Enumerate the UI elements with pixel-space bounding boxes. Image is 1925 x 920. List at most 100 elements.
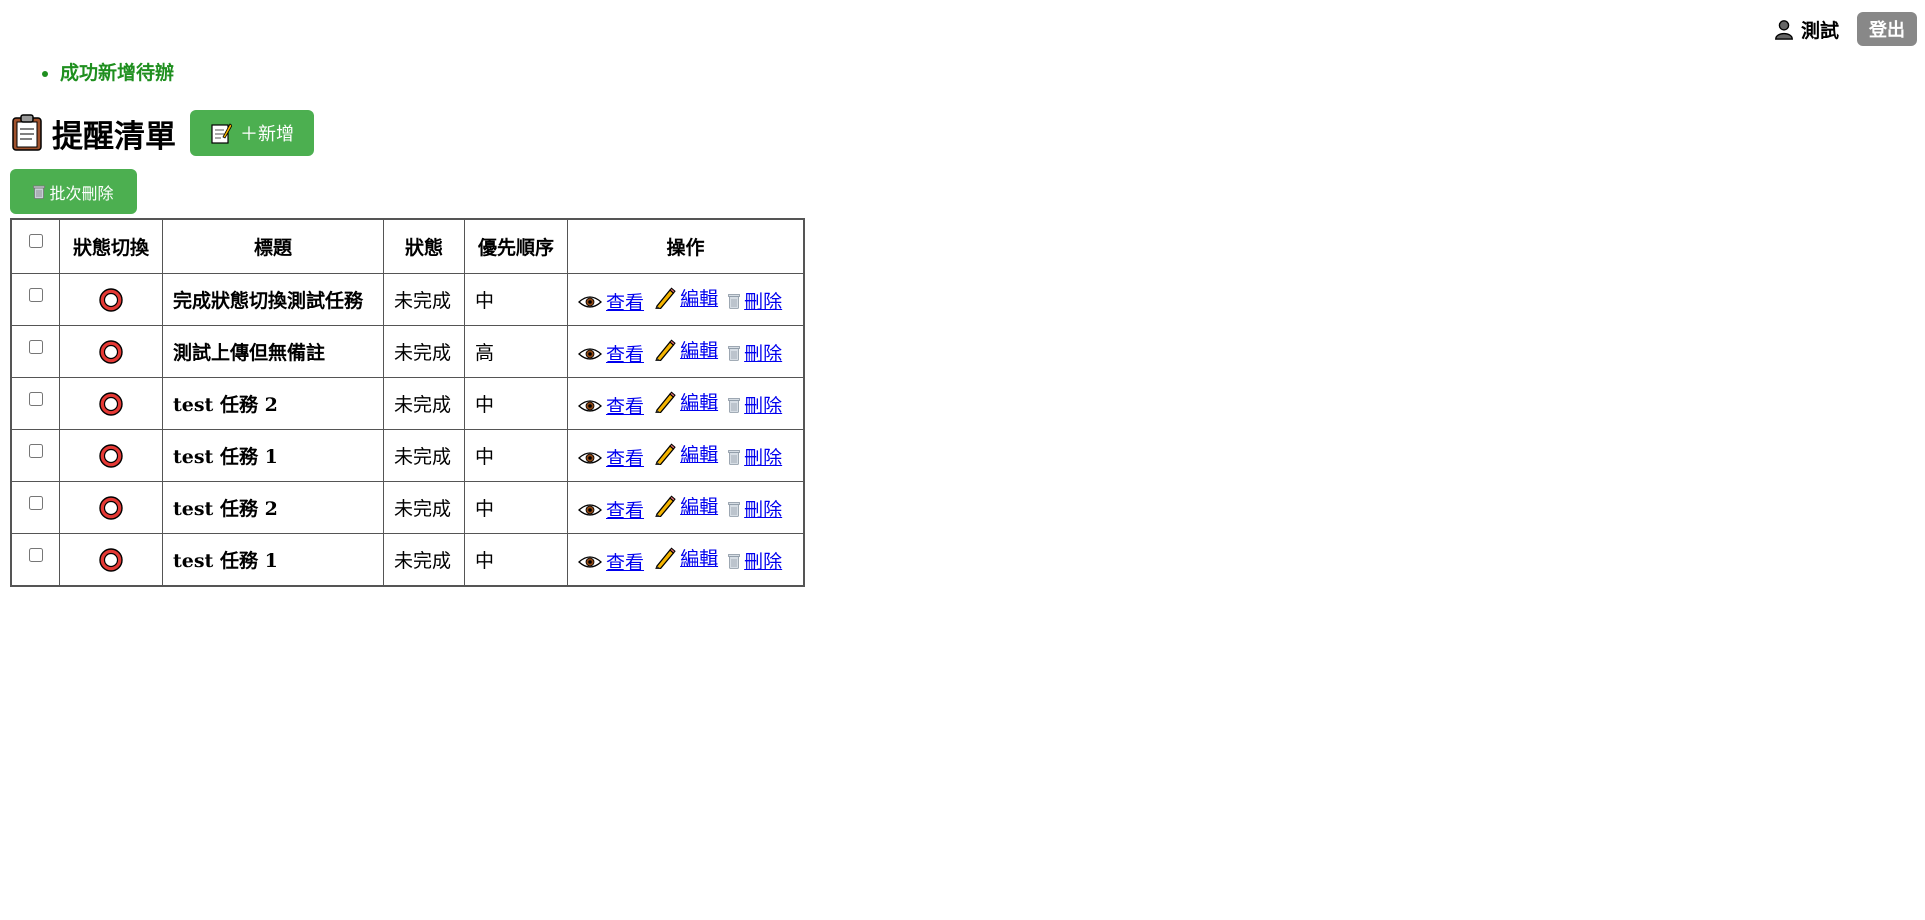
pencil-icon bbox=[655, 390, 676, 413]
delete-link[interactable]: 刪除 bbox=[728, 495, 782, 522]
delete-label: 刪除 bbox=[744, 447, 783, 469]
header-status: 狀態 bbox=[383, 218, 465, 274]
row-actions: 查看 編輯 刪除 bbox=[567, 377, 805, 430]
view-label: 查看 bbox=[606, 292, 645, 314]
edit-label: 編輯 bbox=[680, 548, 719, 570]
view-link[interactable]: 查看 bbox=[578, 392, 644, 419]
logout-button[interactable]: 登出 bbox=[1857, 12, 1917, 46]
status-toggle-icon[interactable] bbox=[98, 547, 124, 573]
delete-link[interactable]: 刪除 bbox=[728, 391, 782, 418]
row-checkbox[interactable] bbox=[29, 444, 43, 458]
user-name: 測試 bbox=[1800, 19, 1839, 42]
status-toggle-icon[interactable] bbox=[98, 495, 124, 521]
row-checkbox[interactable] bbox=[29, 392, 43, 406]
row-priority: 中 bbox=[464, 429, 568, 482]
row-select-cell bbox=[10, 481, 60, 534]
status-toggle-icon[interactable] bbox=[98, 287, 124, 313]
row-priority: 中 bbox=[464, 377, 568, 430]
header-actions: 操作 bbox=[567, 218, 805, 274]
eye-icon bbox=[578, 347, 602, 360]
pencil-icon bbox=[655, 338, 676, 361]
success-message: 成功新增待辦 bbox=[60, 58, 174, 85]
status-toggle-icon[interactable] bbox=[98, 339, 124, 365]
eye-icon bbox=[578, 399, 602, 412]
row-checkbox[interactable] bbox=[29, 288, 43, 302]
table-header-row: 狀態切換 標題 狀態 優先順序 操作 bbox=[10, 218, 805, 274]
view-link[interactable]: 查看 bbox=[578, 288, 644, 315]
view-label: 查看 bbox=[606, 448, 645, 470]
edit-link[interactable]: 編輯 bbox=[654, 544, 718, 571]
header-select-all-cell bbox=[10, 218, 60, 274]
edit-label: 編輯 bbox=[680, 392, 719, 414]
eye-icon bbox=[578, 503, 602, 516]
table-row: test 任務 1 未完成 中 查看 編輯 刪除 bbox=[10, 429, 805, 482]
delete-link[interactable]: 刪除 bbox=[728, 287, 782, 314]
edit-link[interactable]: 編輯 bbox=[654, 440, 718, 467]
batch-delete-label: 批次刪除 bbox=[49, 183, 114, 203]
row-status: 未完成 bbox=[383, 273, 465, 326]
delete-label: 刪除 bbox=[744, 291, 783, 313]
top-bar: 測試 登出 bbox=[1773, 12, 1917, 46]
row-checkbox[interactable] bbox=[29, 548, 43, 562]
wastebasket-icon bbox=[728, 501, 741, 517]
delete-link[interactable]: 刪除 bbox=[728, 547, 782, 574]
view-link[interactable]: 查看 bbox=[578, 496, 644, 523]
status-toggle-cell bbox=[59, 533, 163, 587]
row-actions: 查看 編輯 刪除 bbox=[567, 533, 805, 587]
edit-link[interactable]: 編輯 bbox=[654, 284, 718, 311]
row-priority: 中 bbox=[464, 533, 568, 587]
delete-link[interactable]: 刪除 bbox=[728, 443, 782, 470]
edit-label: 編輯 bbox=[680, 288, 719, 310]
row-title: test 任務 2 bbox=[162, 377, 384, 430]
row-select-cell bbox=[10, 429, 60, 482]
user-icon bbox=[1775, 20, 1793, 40]
edit-link[interactable]: 編輯 bbox=[654, 492, 718, 519]
view-label: 查看 bbox=[606, 344, 645, 366]
status-toggle-icon[interactable] bbox=[98, 391, 124, 417]
status-toggle-cell bbox=[59, 325, 163, 378]
edit-label: 編輯 bbox=[680, 444, 719, 466]
row-title: test 任務 2 bbox=[162, 481, 384, 534]
header-priority: 優先順序 bbox=[464, 218, 568, 274]
row-checkbox[interactable] bbox=[29, 340, 43, 354]
table-row: test 任務 1 未完成 中 查看 編輯 刪除 bbox=[10, 533, 805, 587]
row-title: 測試上傳但無備註 bbox=[162, 325, 384, 378]
status-toggle-icon[interactable] bbox=[98, 443, 124, 469]
batch-delete-button[interactable]: 批次刪除 bbox=[10, 169, 137, 214]
row-actions: 查看 編輯 刪除 bbox=[567, 273, 805, 326]
delete-label: 刪除 bbox=[744, 395, 783, 417]
view-label: 查看 bbox=[606, 396, 645, 418]
edit-link[interactable]: 編輯 bbox=[654, 336, 718, 363]
wastebasket-icon bbox=[728, 553, 741, 569]
view-label: 查看 bbox=[606, 552, 645, 574]
pencil-icon bbox=[655, 546, 676, 569]
wastebasket-icon bbox=[33, 185, 46, 199]
row-select-cell bbox=[10, 273, 60, 326]
row-status: 未完成 bbox=[383, 481, 465, 534]
flash-messages: 成功新增待辦 bbox=[40, 58, 174, 85]
current-user: 測試 bbox=[1773, 16, 1839, 43]
header-title: 標題 bbox=[162, 218, 384, 274]
add-todo-button[interactable]: ＋新增 bbox=[190, 110, 314, 156]
table-row: 測試上傳但無備註 未完成 高 查看 編輯 刪除 bbox=[10, 325, 805, 378]
row-status: 未完成 bbox=[383, 377, 465, 430]
edit-link[interactable]: 編輯 bbox=[654, 388, 718, 415]
view-link[interactable]: 查看 bbox=[578, 340, 644, 367]
row-status: 未完成 bbox=[383, 429, 465, 482]
wastebasket-icon bbox=[728, 397, 741, 413]
edit-label: 編輯 bbox=[680, 340, 719, 362]
row-select-cell bbox=[10, 533, 60, 587]
eye-icon bbox=[578, 555, 602, 568]
view-link[interactable]: 查看 bbox=[578, 548, 644, 575]
todo-table: 狀態切換 標題 狀態 優先順序 操作 完成狀態切換測試任務 未完成 中 查看 編… bbox=[10, 218, 805, 587]
row-checkbox[interactable] bbox=[29, 496, 43, 510]
select-all-checkbox[interactable] bbox=[29, 234, 43, 248]
delete-link[interactable]: 刪除 bbox=[728, 339, 782, 366]
status-toggle-cell bbox=[59, 273, 163, 326]
wastebasket-icon bbox=[728, 449, 741, 465]
view-link[interactable]: 查看 bbox=[578, 444, 644, 471]
row-priority: 高 bbox=[464, 325, 568, 378]
view-label: 查看 bbox=[606, 500, 645, 522]
status-toggle-cell bbox=[59, 377, 163, 430]
row-priority: 中 bbox=[464, 481, 568, 534]
